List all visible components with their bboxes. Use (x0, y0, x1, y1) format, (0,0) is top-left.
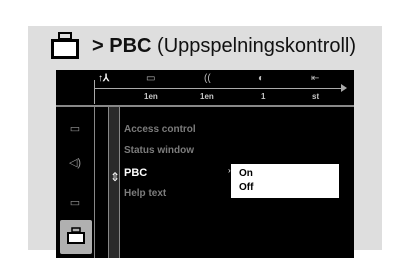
divider (94, 107, 95, 258)
briefcase-icon (50, 32, 80, 60)
arrow-right-icon (341, 84, 347, 92)
tools-icon[interactable]: ↑⅄ (98, 73, 109, 84)
audio-value: 1en (200, 92, 214, 101)
lock-icon (66, 227, 86, 250)
display-icon[interactable]: ⇤ (311, 73, 319, 84)
title-row: > PBC (Uppspelningskontroll) (50, 30, 356, 62)
option-off[interactable]: Off (239, 182, 253, 193)
angle-icon[interactable]: ◐ (258, 73, 264, 84)
divider (56, 105, 354, 107)
osd-screen: ↑⅄ ▭ (( ◐ ⇤ 1en 1en 1 st ▭ ◁) ▭ Access c… (56, 70, 354, 258)
option-popup: On Off (231, 164, 339, 198)
divider (94, 80, 95, 104)
page-title: > PBC (Uppspelningskontroll) (92, 35, 356, 58)
subtitle-icon[interactable]: ▭ (68, 196, 82, 210)
menu-item-status-window[interactable]: Status window (124, 145, 194, 156)
menu-item-access-control[interactable]: Access control (124, 124, 196, 135)
top-bar: ↑⅄ ▭ (( ◐ ⇤ 1en 1en 1 st (56, 70, 354, 106)
menu-item-help-text[interactable]: Help text (124, 188, 166, 199)
menu-item-pbc[interactable]: PBC (124, 167, 147, 179)
title-arrow: > (92, 34, 104, 57)
angle-value: 1 (261, 92, 266, 101)
audio-icon[interactable]: ◁) (68, 156, 82, 170)
title-name: PBC (109, 34, 152, 57)
divider (94, 88, 344, 89)
option-on[interactable]: On (239, 168, 253, 179)
general-icon[interactable]: ▭ (68, 122, 82, 136)
title-subtitle: (Uppspelningskontroll) (157, 34, 357, 57)
audio-icon[interactable]: (( (204, 73, 211, 84)
subtitle-icon[interactable]: ▭ (146, 73, 155, 84)
navigation-cursor-icon: ⇕ (110, 170, 121, 184)
display-value: st (312, 92, 320, 101)
subtitle-value: 1en (144, 92, 158, 101)
